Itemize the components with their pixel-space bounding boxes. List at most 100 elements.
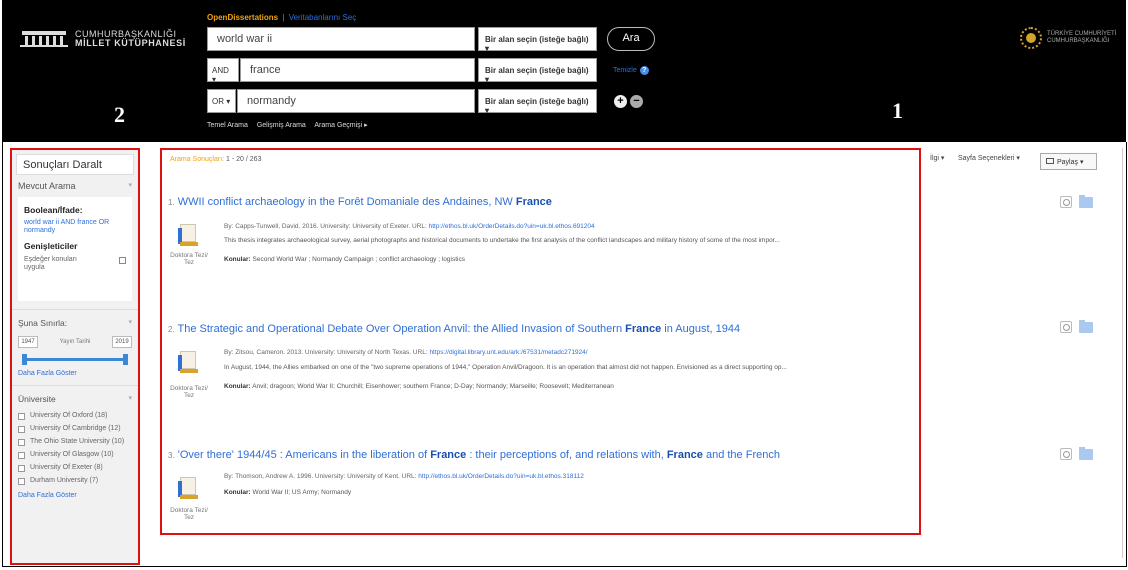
add-row-icon[interactable]: + — [614, 95, 627, 108]
university-option[interactable]: University Of Oxford (18) — [18, 412, 132, 420]
operator-2-select[interactable]: AND ▾ — [207, 58, 239, 84]
frame-left-border — [2, 142, 3, 567]
university-option[interactable]: University Of Cambridge (12) — [18, 425, 132, 433]
slider-handle-max[interactable] — [123, 354, 128, 365]
subjects-label: Konular: — [224, 256, 251, 263]
show-more-universities-link[interactable]: Daha Fazla Göster — [12, 490, 138, 499]
annotation-marker-2: 2 — [114, 102, 125, 127]
year-from-input[interactable]: 1947 — [18, 336, 38, 348]
presidency-line2: CUMHURBAŞKANLIĞI — [1047, 38, 1110, 44]
open-dissertations-label: OpenDissertations — [207, 13, 279, 22]
record-url-link[interactable]: http://ethos.bl.uk/OrderDetails.do?uin=u… — [429, 223, 595, 230]
limit-caret-icon[interactable]: ▾ — [128, 318, 132, 328]
frame-bottom-border — [2, 566, 1126, 567]
help-icon[interactable]: ? — [639, 66, 649, 75]
search-term-2-input[interactable]: france — [240, 58, 475, 82]
add-to-folder-icon[interactable] — [1079, 195, 1093, 208]
record-title-text-end: in August, 1944 — [661, 323, 741, 335]
results-count: Arama Sonuçları: 1 - 20 / 263 — [170, 156, 261, 163]
record-subjects: Konular: Anvil; dragoon; World War II; C… — [224, 383, 614, 390]
university-option[interactable]: Durham University (7) — [18, 477, 132, 485]
university-checkbox[interactable] — [18, 413, 25, 420]
record-url-link[interactable]: http://ethos.bl.uk/OrderDetails.do?uin=u… — [418, 473, 584, 480]
database-line: OpenDissertations | Veritabanlarını Seç — [207, 13, 356, 22]
subjects-text: Anvil; dragoon; World War II; Churchill;… — [252, 383, 614, 390]
boolean-query-link[interactable]: world war ii AND france OR normandy — [24, 219, 126, 235]
search-term-1-input[interactable]: world war ii — [207, 27, 475, 51]
publication-date-label: Yayın Tarihi — [59, 339, 91, 345]
clear-link[interactable]: Temizle ? — [613, 66, 649, 75]
add-to-folder-icon[interactable] — [1079, 447, 1093, 460]
subjects-text: Second World War ; Normandy Campaign ; c… — [252, 256, 465, 263]
university-checkbox[interactable] — [18, 478, 25, 485]
remove-row-icon[interactable]: − — [630, 95, 643, 108]
university-option[interactable]: The Ohio State University (10) — [18, 438, 132, 446]
search-button[interactable]: Ara — [607, 27, 655, 51]
expander-remove-checkbox[interactable] — [119, 257, 126, 264]
search-field-1-select[interactable]: Bir alan seçin (isteğe bağlı) ▾ — [478, 27, 597, 53]
presidency-line1: TÜRKİYE CUMHURİYETİ — [1047, 31, 1117, 37]
operator-3-select[interactable]: OR ▾ — [207, 89, 236, 113]
library-logo[interactable]: CUMHURBAŞKANLIĞI MİLLET KÜTÜPHANESİ — [20, 30, 186, 48]
frame-right-border — [1126, 142, 1127, 567]
university-option-label: University Of Exeter (8) — [30, 464, 103, 471]
subjects-label: Konular: — [224, 489, 251, 496]
record-index: 3. — [168, 451, 175, 460]
record-title-text-mid: : their perceptions of, and relations wi… — [466, 449, 667, 461]
advanced-search-link[interactable]: Gelişmiş Arama — [257, 122, 306, 129]
preview-icon[interactable] — [1060, 321, 1072, 333]
limit-to-label: Şuna Sınırla: — [18, 318, 68, 328]
relevance-sort-dropdown[interactable]: İlgi ▾ — [930, 154, 944, 162]
logo-line2: MİLLET KÜTÜPHANESİ — [75, 38, 186, 48]
record-title-text: WWII conflict archaeology in the Forêt D… — [177, 196, 516, 208]
date-range-slider[interactable] — [22, 354, 128, 365]
university-checkbox[interactable] — [18, 452, 25, 459]
university-option-label: The Ohio State University (10) — [30, 438, 125, 445]
preview-icon[interactable] — [1060, 196, 1072, 208]
university-facet-list: University Of Oxford (18) University Of … — [12, 408, 138, 485]
collapse-caret-icon[interactable]: ▾ — [128, 181, 132, 191]
record-meta: By: Thomson, Andrew A. 1996. University:… — [224, 473, 584, 480]
university-checkbox[interactable] — [18, 426, 25, 433]
search-history-link[interactable]: Arama Geçmişi ▸ — [314, 122, 367, 129]
search-term-3-input[interactable]: normandy — [237, 89, 475, 113]
dissertation-book-icon[interactable] — [178, 477, 198, 501]
record-abstract: This thesis integrates archaeological su… — [224, 237, 780, 244]
university-checkbox[interactable] — [18, 465, 25, 472]
dissertation-book-icon[interactable] — [178, 224, 198, 248]
year-to-input[interactable]: 2019 — [112, 336, 132, 348]
record-url-link[interactable]: https://digital.library.unt.edu/ark:/675… — [429, 349, 587, 356]
show-more-link[interactable]: Daha Fazla Göster — [12, 364, 138, 377]
search-header: CUMHURBAŞKANLIĞI MİLLET KÜTÜPHANESİ Open… — [2, 0, 1126, 142]
basic-search-link[interactable]: Temel Arama — [207, 122, 248, 129]
record-title-link[interactable]: 3. 'Over there' 1944/45 : Americans in t… — [168, 449, 918, 461]
page-options-dropdown[interactable]: Sayfa Seçenekleri ▾ — [958, 154, 1020, 162]
university-option[interactable]: University Of Exeter (8) — [18, 464, 132, 472]
university-option[interactable]: University Of Glasgow (10) — [18, 451, 132, 459]
db-separator: | — [282, 13, 285, 22]
presidency-logo[interactable]: TÜRKİYE CUMHURİYETİ CUMHURBAŞKANLIĞI — [1020, 27, 1116, 49]
record-index: 1. — [168, 198, 175, 207]
share-button[interactable]: Paylaş ▾ — [1040, 153, 1097, 170]
record-meta-text: By: Thomson, Andrew A. 1996. University:… — [224, 473, 419, 480]
university-caret-icon[interactable]: ▾ — [128, 394, 132, 404]
search-field-2-select[interactable]: Bir alan seçin (isteğe bağlı) ▾ — [478, 58, 597, 84]
university-option-label: University Of Cambridge (12) — [30, 425, 121, 432]
slider-handle-min[interactable] — [22, 354, 27, 365]
limit-to-header[interactable]: Şuna Sınırla: ▾ — [12, 309, 138, 332]
dissertation-book-icon[interactable] — [178, 351, 198, 375]
university-checkbox[interactable] — [18, 439, 25, 446]
record-actions-1 — [1060, 195, 1093, 208]
record-index: 2. — [168, 325, 175, 334]
record-title-link[interactable]: 2. The Strategic and Operational Debate … — [168, 323, 918, 335]
record-meta-text: By: Capps-Tunwell, David. 2016. Universi… — [224, 223, 429, 230]
search-field-3-select[interactable]: Bir alan seçin (isteğe bağlı) ▾ — [478, 89, 597, 115]
preview-icon[interactable] — [1060, 448, 1072, 460]
choose-databases-link[interactable]: Veritabanlarını Seç — [289, 13, 357, 22]
university-header[interactable]: Üniversite ▾ — [12, 385, 138, 408]
record-title-link[interactable]: 1. WWII conflict archaeology in the Forê… — [168, 196, 918, 208]
current-search-header[interactable]: Mevcut Arama ▾ — [12, 175, 138, 195]
boolean-label: Boolean/İfade: — [24, 205, 83, 215]
add-to-folder-icon[interactable] — [1079, 320, 1093, 333]
record-meta: By: Zitsou, Cameron. 2013. University: U… — [224, 349, 588, 356]
